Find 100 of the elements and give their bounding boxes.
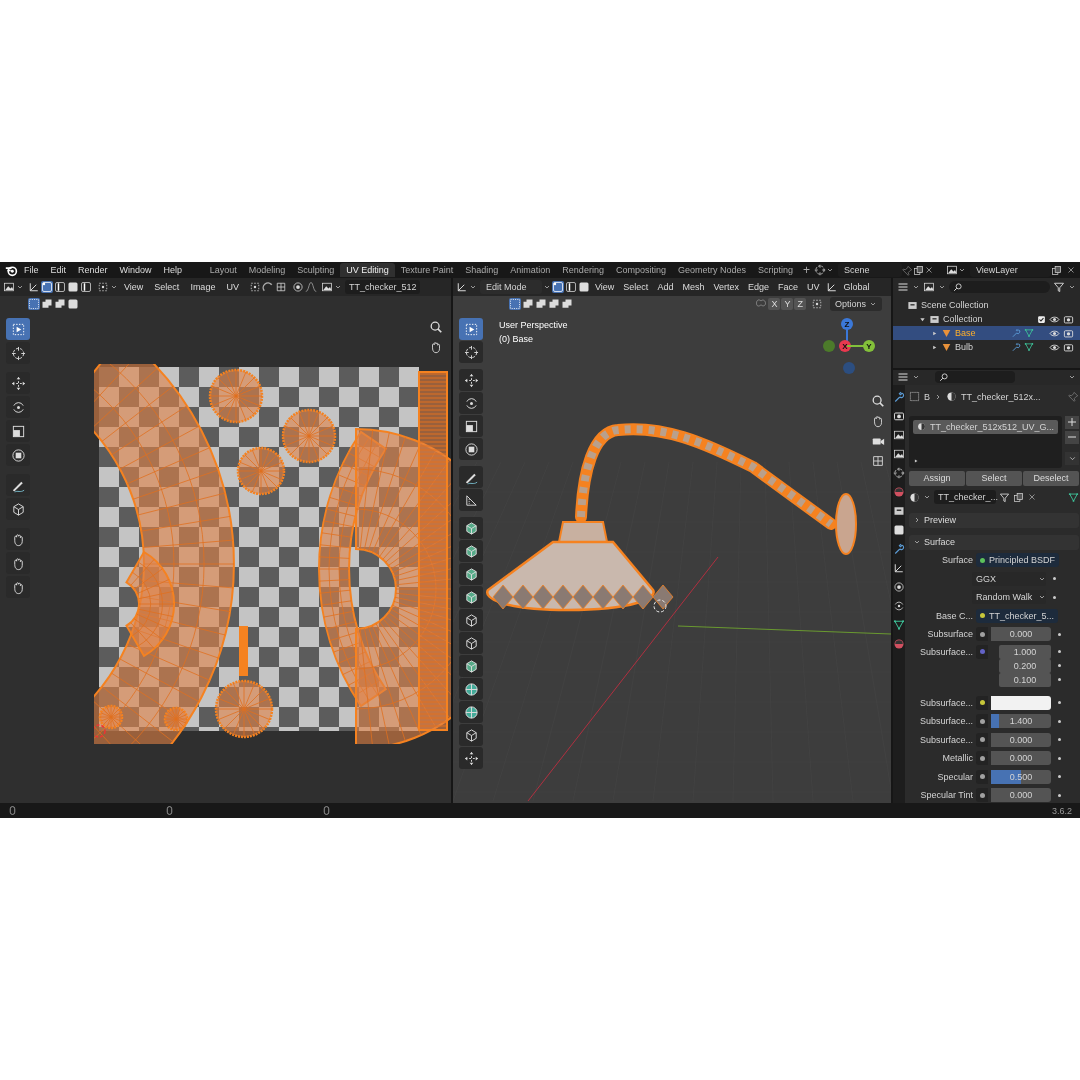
menu-item[interactable]: Add — [653, 282, 678, 292]
menu-item[interactable]: View — [119, 282, 149, 292]
menu-item[interactable]: Select — [149, 282, 185, 292]
menu-item[interactable]: Edit — [44, 265, 73, 275]
menu-item[interactable]: UV — [802, 282, 824, 292]
falloff-curve-icon[interactable] — [304, 281, 317, 293]
polyhedron-icon[interactable] — [459, 655, 483, 677]
cube-icon[interactable] — [459, 632, 483, 654]
image-name-field[interactable]: TT_checker_512 — [344, 280, 421, 294]
options-dropdown[interactable]: Options — [829, 297, 882, 311]
mode-dropdown[interactable]: Edit Mode — [480, 280, 542, 294]
axis-gizmo[interactable]: Z X Y — [823, 316, 883, 380]
slot-button[interactable]: Assign — [909, 470, 966, 486]
pivot-icon[interactable] — [97, 281, 109, 293]
node-link-field[interactable]: TT_checker_5... — [976, 608, 1059, 623]
copy-icon[interactable] — [1051, 264, 1062, 276]
slot-button[interactable]: Deselect — [1023, 470, 1080, 486]
hand-icon[interactable] — [6, 576, 30, 598]
box-select-icon[interactable] — [509, 298, 521, 310]
hand-icon[interactable] — [429, 340, 443, 354]
box-icon[interactable] — [6, 498, 30, 520]
close-icon[interactable] — [1027, 492, 1037, 502]
view-layer-icon[interactable] — [893, 447, 905, 460]
copy-icon[interactable] — [912, 264, 924, 276]
intersect-select-icon[interactable] — [561, 298, 573, 310]
scene-field[interactable]: Scene — [838, 263, 902, 277]
grid-icon[interactable] — [871, 454, 885, 468]
crosshair-icon[interactable] — [6, 342, 30, 364]
item-name[interactable]: Scene Collection — [921, 300, 1074, 310]
dropdown[interactable]: GGX — [972, 571, 1046, 586]
render-icon[interactable] — [893, 409, 905, 422]
cube-icon[interactable] — [459, 517, 483, 539]
menu-item[interactable]: View — [591, 282, 619, 292]
face-select-icon[interactable] — [67, 281, 79, 293]
subtract-select-icon[interactable] — [535, 298, 547, 310]
sync-selection-icon[interactable] — [28, 281, 40, 293]
menu-item[interactable]: Image — [185, 282, 221, 292]
rotate-icon[interactable] — [6, 396, 30, 418]
snap-icon[interactable] — [261, 281, 274, 293]
invert-select-icon[interactable] — [548, 298, 560, 310]
rotate-icon[interactable] — [459, 392, 483, 414]
move-icon[interactable] — [459, 747, 483, 769]
material-name-field[interactable]: TT_checker_... — [934, 490, 996, 504]
world-icon[interactable] — [893, 485, 905, 498]
material-slot[interactable]: TT_checker_512x512_UV_G... — [913, 419, 1059, 434]
close-icon[interactable] — [923, 265, 934, 275]
pencil-icon[interactable] — [459, 466, 483, 488]
workspace-tab[interactable]: Sculpting — [291, 263, 341, 277]
node-link-field[interactable]: Principled BSDF — [976, 553, 1060, 568]
subtract-select-icon[interactable] — [54, 298, 66, 310]
close-icon[interactable] — [1066, 265, 1076, 275]
item-name[interactable]: Base — [955, 328, 1008, 338]
blender-logo-icon[interactable] — [5, 263, 18, 277]
hand-icon[interactable] — [6, 528, 30, 550]
cube-icon[interactable] — [459, 540, 483, 562]
view-layer-icon[interactable] — [923, 281, 935, 293]
edge-select-icon[interactable] — [565, 281, 577, 293]
axis-toggle[interactable]: Y — [781, 298, 794, 310]
workspace-tab[interactable]: UV Editing — [340, 263, 395, 277]
transform-icon[interactable] — [6, 444, 30, 466]
add-slot-button[interactable] — [1065, 415, 1080, 429]
color-swatch[interactable] — [991, 695, 1051, 710]
pivot-icon[interactable] — [248, 281, 261, 293]
menu-item[interactable]: Select — [619, 282, 653, 292]
copy-icon[interactable] — [1013, 491, 1024, 503]
add-workspace-button[interactable]: + — [798, 264, 814, 276]
edge-select-icon[interactable] — [54, 281, 66, 293]
value-slider[interactable]: 1.400 — [991, 714, 1051, 729]
island-select-icon[interactable] — [80, 281, 92, 293]
menu-item[interactable]: Render — [72, 265, 114, 275]
value-field[interactable]: 1.000 — [999, 644, 1051, 659]
orientation-dropdown[interactable]: Global — [839, 282, 874, 292]
hand-icon[interactable] — [6, 552, 30, 574]
hand-icon[interactable] — [871, 414, 885, 428]
scene-icon[interactable] — [814, 264, 826, 276]
extend-select-icon[interactable] — [522, 298, 534, 310]
search-field[interactable] — [935, 371, 1015, 384]
cube-icon[interactable] — [459, 609, 483, 631]
panel-header[interactable]: Surface — [909, 534, 1080, 550]
menu-item[interactable]: Mesh — [678, 282, 709, 292]
invert-select-icon[interactable] — [67, 298, 79, 310]
zoom-icon[interactable] — [429, 320, 443, 334]
workspace-tab[interactable]: Scripting — [751, 263, 799, 277]
transform-icon[interactable] — [459, 438, 483, 460]
move-icon[interactable] — [459, 369, 483, 391]
number-field[interactable]: 0.000 — [991, 788, 1051, 803]
axis-toggle[interactable]: Z — [794, 298, 806, 310]
snap-icon[interactable] — [810, 298, 823, 310]
menu-item[interactable]: Edge — [743, 282, 773, 292]
panel-header[interactable]: Preview — [909, 512, 1080, 528]
scale-icon[interactable] — [6, 420, 30, 442]
mesh-icon[interactable] — [893, 618, 905, 631]
workspace-tab[interactable]: Compositing — [609, 263, 672, 277]
workspace-tab[interactable]: Rendering — [556, 263, 610, 277]
outliner-row[interactable]: Bulb — [893, 340, 1080, 354]
menu-item[interactable]: File — [18, 265, 45, 275]
scene-icon[interactable] — [893, 466, 905, 479]
render-icon[interactable] — [1063, 313, 1074, 325]
extend-select-icon[interactable] — [41, 298, 53, 310]
axis-toggle[interactable]: X — [768, 298, 781, 310]
